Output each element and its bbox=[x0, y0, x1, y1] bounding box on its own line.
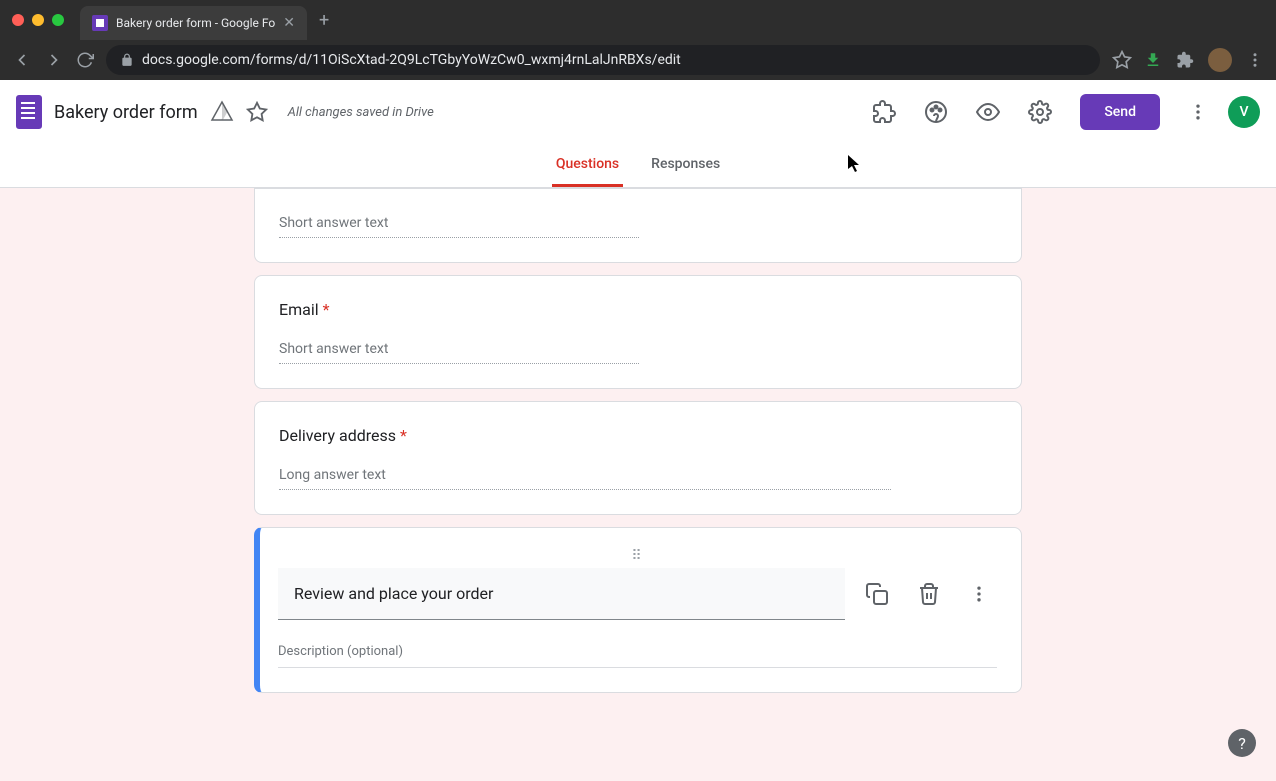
profile-avatar-small[interactable] bbox=[1208, 48, 1232, 72]
save-status: All changes saved in Drive bbox=[288, 105, 434, 120]
answer-placeholder: Short answer text bbox=[279, 209, 639, 238]
extension-icon[interactable] bbox=[1144, 51, 1162, 69]
browser-tab[interactable]: Bakery order form - Google Fo ✕ bbox=[80, 6, 307, 40]
question-card[interactable]: Email * Short answer text bbox=[254, 275, 1022, 389]
bookmark-star-icon[interactable] bbox=[1112, 50, 1132, 70]
close-tab-icon[interactable]: ✕ bbox=[283, 15, 295, 31]
form-title[interactable]: Bakery order form bbox=[54, 102, 198, 123]
address-bar[interactable]: docs.google.com/forms/d/11OiScXtad-2Q9Lc… bbox=[106, 45, 1100, 75]
tab-title: Bakery order form - Google Fo bbox=[116, 16, 275, 30]
question-text: Delivery address bbox=[279, 426, 396, 445]
minimize-window-button[interactable] bbox=[32, 14, 44, 26]
required-indicator: * bbox=[323, 300, 330, 319]
browser-menu-icon[interactable] bbox=[1246, 51, 1264, 69]
star-icon[interactable] bbox=[246, 101, 268, 123]
account-avatar[interactable]: V bbox=[1228, 96, 1260, 128]
help-button[interactable]: ? bbox=[1228, 729, 1256, 757]
tab-questions[interactable]: Questions bbox=[552, 144, 623, 187]
preview-eye-icon[interactable] bbox=[968, 92, 1008, 132]
section-title-input[interactable] bbox=[278, 568, 845, 620]
forms-favicon bbox=[92, 15, 108, 31]
form-canvas[interactable]: Short answer text Email * Short answer t… bbox=[0, 188, 1276, 781]
window-controls bbox=[12, 14, 64, 26]
settings-gear-icon[interactable] bbox=[1020, 92, 1060, 132]
close-window-button[interactable] bbox=[12, 14, 24, 26]
lock-icon bbox=[120, 53, 134, 67]
tab-responses[interactable]: Responses bbox=[647, 144, 724, 187]
maximize-window-button[interactable] bbox=[52, 14, 64, 26]
question-label: Email * bbox=[279, 300, 997, 319]
section-description-input[interactable]: Description (optional) bbox=[278, 636, 997, 668]
url-text: docs.google.com/forms/d/11OiScXtad-2Q9Lc… bbox=[142, 52, 681, 68]
drag-handle-icon[interactable]: ⠿ bbox=[278, 552, 997, 560]
browser-tab-strip: Bakery order form - Google Fo ✕ + bbox=[0, 0, 1276, 40]
section-header-card[interactable]: ⠿ Description (optional) bbox=[254, 527, 1022, 693]
send-button[interactable]: Send bbox=[1080, 94, 1160, 130]
addons-icon[interactable] bbox=[864, 92, 904, 132]
reload-button[interactable] bbox=[76, 51, 94, 69]
palette-icon[interactable] bbox=[916, 92, 956, 132]
delete-icon[interactable] bbox=[909, 574, 949, 614]
back-button[interactable] bbox=[12, 50, 32, 70]
app-header: Bakery order form All changes saved in D… bbox=[0, 80, 1276, 144]
question-label: Delivery address * bbox=[279, 426, 997, 445]
answer-placeholder: Long answer text bbox=[279, 461, 891, 490]
forward-button[interactable] bbox=[44, 50, 64, 70]
duplicate-icon[interactable] bbox=[857, 574, 897, 614]
form-tabs: Questions Responses bbox=[0, 144, 1276, 188]
card-more-icon[interactable] bbox=[961, 576, 997, 612]
move-to-folder-icon[interactable] bbox=[210, 100, 234, 124]
new-tab-button[interactable]: + bbox=[319, 10, 329, 31]
more-menu-icon[interactable] bbox=[1180, 94, 1216, 130]
browser-toolbar: docs.google.com/forms/d/11OiScXtad-2Q9Lc… bbox=[0, 40, 1276, 80]
required-indicator: * bbox=[400, 426, 407, 445]
question-card[interactable]: Delivery address * Long answer text bbox=[254, 401, 1022, 515]
forms-logo[interactable] bbox=[16, 95, 42, 129]
question-card[interactable]: Short answer text bbox=[254, 188, 1022, 263]
answer-placeholder: Short answer text bbox=[279, 335, 639, 364]
extensions-puzzle-icon[interactable] bbox=[1176, 51, 1194, 69]
question-text: Email bbox=[279, 300, 319, 319]
